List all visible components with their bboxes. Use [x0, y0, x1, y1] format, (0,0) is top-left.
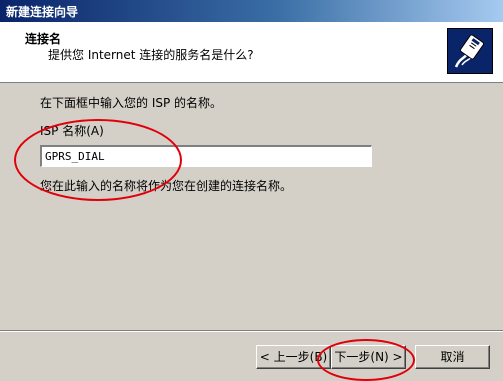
wizard-header: 连接名 提供您 Internet 连接的服务名是什么?	[0, 22, 503, 83]
page-subtitle: 提供您 Internet 连接的服务名是什么?	[48, 48, 254, 62]
page-title: 连接名	[25, 32, 62, 46]
back-button[interactable]: < 上一步(B)	[256, 345, 331, 369]
network-cable-icon	[447, 28, 493, 74]
hint-text: 您在此输入的名称将作为您在创建的连接名称。	[40, 179, 293, 193]
footer-divider	[0, 330, 503, 332]
window-title: 新建连接向导	[6, 5, 79, 19]
isp-name-label: ISP 名称(A)	[40, 124, 104, 138]
isp-name-input[interactable]	[40, 145, 372, 167]
next-button[interactable]: 下一步(N) >	[331, 345, 406, 369]
window-title-bar[interactable]: 新建连接向导	[0, 0, 503, 22]
intro-text: 在下面框中输入您的 ISP 的名称。	[40, 96, 223, 110]
cancel-button[interactable]: 取消	[415, 345, 490, 369]
